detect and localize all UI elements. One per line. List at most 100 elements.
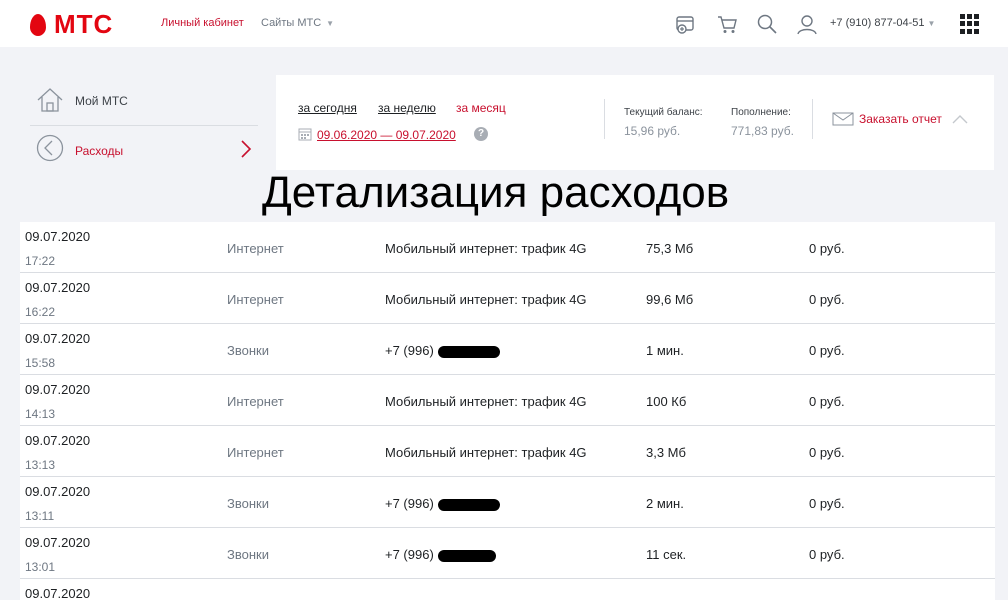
row-amount: 1 мин. xyxy=(646,343,684,358)
expenses-table: 09.07.2020 17:22 Интернет Мобильный инте… xyxy=(20,222,995,600)
envelope-icon xyxy=(832,112,854,126)
row-time: 13:11 xyxy=(25,509,55,523)
page-title: Детализация расходов xyxy=(262,168,730,217)
redacted-number xyxy=(437,345,500,358)
topup-label: Пополнение: xyxy=(731,107,791,118)
row-cost: 0 руб. xyxy=(809,241,845,256)
row-amount: 100 Кб xyxy=(646,394,687,409)
row-date: 09.07.2020 xyxy=(25,382,91,397)
current-balance-value: 15,96 руб. xyxy=(624,124,681,138)
row-type: Звонки xyxy=(227,496,269,511)
row-date: 09.07.2020 xyxy=(25,331,91,346)
account-phone-number: +7 (910) 877-04-51 xyxy=(830,17,925,29)
row-description: +7 (996) xyxy=(385,496,500,511)
row-amount: 3,3 Мб xyxy=(646,445,686,460)
row-description: Мобильный интернет: трафик 4G xyxy=(385,445,587,460)
top-header: МТС Личный кабинет Сайты МТС ▼ +7 (910) 8… xyxy=(0,0,1008,47)
row-type: Интернет xyxy=(227,241,284,256)
row-description: +7 (996) xyxy=(385,547,496,562)
redacted-number xyxy=(437,549,496,562)
table-row: 09.07.2020 xyxy=(20,579,995,600)
row-time: 16:22 xyxy=(25,305,56,319)
row-type: Интернет xyxy=(227,292,284,307)
row-description: Мобильный интернет: трафик 4G xyxy=(385,241,587,256)
row-description: +7 (996) xyxy=(385,343,500,358)
back-circle-icon xyxy=(36,134,64,162)
current-balance-label: Текущий баланс: xyxy=(624,107,703,118)
row-description: Мобильный интернет: трафик 4G xyxy=(385,292,587,307)
row-type: Интернет xyxy=(227,445,284,460)
account-phone[interactable]: +7 (910) 877-04-51 ▼ xyxy=(830,17,935,29)
wallet-plus-icon[interactable] xyxy=(674,13,696,35)
topup-value: 771,83 руб. xyxy=(731,124,794,138)
phone-prefix: +7 (996) xyxy=(385,496,434,511)
row-amount: 99,6 Мб xyxy=(646,292,694,307)
row-time: 17:22 xyxy=(25,254,56,268)
sidebar-item-expenses[interactable]: Расходы xyxy=(30,126,258,174)
period-week-link[interactable]: за неделю xyxy=(378,101,436,115)
filter-panel: за сегодня за неделю за месяц 09.06.2020… xyxy=(276,75,994,170)
row-cost: 0 руб. xyxy=(809,394,845,409)
row-cost: 0 руб. xyxy=(809,292,845,307)
phone-prefix: +7 (996) xyxy=(385,343,434,358)
date-range-picker[interactable]: 09.06.2020 — 09.07.2020 xyxy=(317,128,456,142)
table-row: 09.07.2020 17:22 Интернет Мобильный инте… xyxy=(20,222,995,273)
row-time: 14:13 xyxy=(25,407,56,421)
nav-mts-sites-label: Сайты МТС xyxy=(261,17,322,29)
sidebar-item-my-mts[interactable]: Мой МТС xyxy=(30,78,258,126)
row-type: Интернет xyxy=(227,394,284,409)
row-type: Звонки xyxy=(227,547,269,562)
row-date: 09.07.2020 xyxy=(25,535,91,550)
table-row: 09.07.2020 13:11 Звонки +7 (996) 2 мин. … xyxy=(20,477,995,528)
chevron-down-icon: ▼ xyxy=(326,19,335,28)
search-icon[interactable] xyxy=(756,13,778,35)
period-month-link[interactable]: за месяц xyxy=(456,101,506,115)
row-amount: 75,3 Мб xyxy=(646,241,694,256)
table-row: 09.07.2020 13:13 Интернет Мобильный инте… xyxy=(20,426,995,477)
row-time: 13:13 xyxy=(25,458,56,472)
divider xyxy=(812,99,813,139)
nav-mts-sites[interactable]: Сайты МТС ▼ xyxy=(261,17,334,29)
row-cost: 0 руб. xyxy=(809,343,845,358)
nav-personal-cabinet[interactable]: Личный кабинет xyxy=(161,17,244,29)
row-time: 15:58 xyxy=(25,356,56,370)
sidebar-item-label: Расходы xyxy=(75,144,124,158)
order-report-label: Заказать отчет xyxy=(859,112,942,126)
row-type: Звонки xyxy=(227,343,269,358)
calendar-icon[interactable] xyxy=(298,127,312,141)
row-cost: 0 руб. xyxy=(809,445,845,460)
user-icon[interactable] xyxy=(796,13,818,35)
table-row: 09.07.2020 13:01 Звонки +7 (996) 11 сек.… xyxy=(20,528,995,579)
home-icon xyxy=(37,88,63,112)
current-balance: Текущий баланс: 15,96 руб. xyxy=(624,107,703,138)
divider xyxy=(604,99,605,139)
chevron-up-icon[interactable] xyxy=(952,114,968,124)
row-amount: 11 сек. xyxy=(646,547,687,562)
help-icon[interactable]: ? xyxy=(474,127,488,141)
chevron-right-icon xyxy=(241,140,252,158)
row-date: 09.07.2020 xyxy=(25,433,91,448)
row-amount: 2 мин. xyxy=(646,496,684,511)
logo-text: МТС xyxy=(54,9,114,39)
row-date: 09.07.2020 xyxy=(25,280,91,295)
sidebar-item-label: Мой МТС xyxy=(75,94,128,108)
row-cost: 0 руб. xyxy=(809,547,845,562)
row-time: 13:01 xyxy=(25,560,56,574)
row-cost: 0 руб. xyxy=(809,496,845,511)
row-date: 09.07.2020 xyxy=(25,484,91,499)
table-row: 09.07.2020 14:13 Интернет Мобильный инте… xyxy=(20,375,995,426)
phone-prefix: +7 (996) xyxy=(385,547,434,562)
row-date: 09.07.2020 xyxy=(25,229,91,244)
apps-grid-icon[interactable] xyxy=(960,14,980,34)
topup-total: Пополнение: 771,83 руб. xyxy=(731,107,794,138)
mts-logo[interactable]: МТС xyxy=(30,9,113,40)
row-description: Мобильный интернет: трафик 4G xyxy=(385,394,587,409)
mts-egg-icon xyxy=(30,13,46,36)
order-report-button[interactable]: Заказать отчет xyxy=(832,112,968,126)
cart-icon[interactable] xyxy=(716,13,738,35)
period-today-link[interactable]: за сегодня xyxy=(298,101,357,115)
table-row: 09.07.2020 15:58 Звонки +7 (996) 1 мин. … xyxy=(20,324,995,375)
redacted-number xyxy=(437,498,500,511)
chevron-down-icon: ▼ xyxy=(927,19,936,28)
table-row: 09.07.2020 16:22 Интернет Мобильный инте… xyxy=(20,273,995,324)
